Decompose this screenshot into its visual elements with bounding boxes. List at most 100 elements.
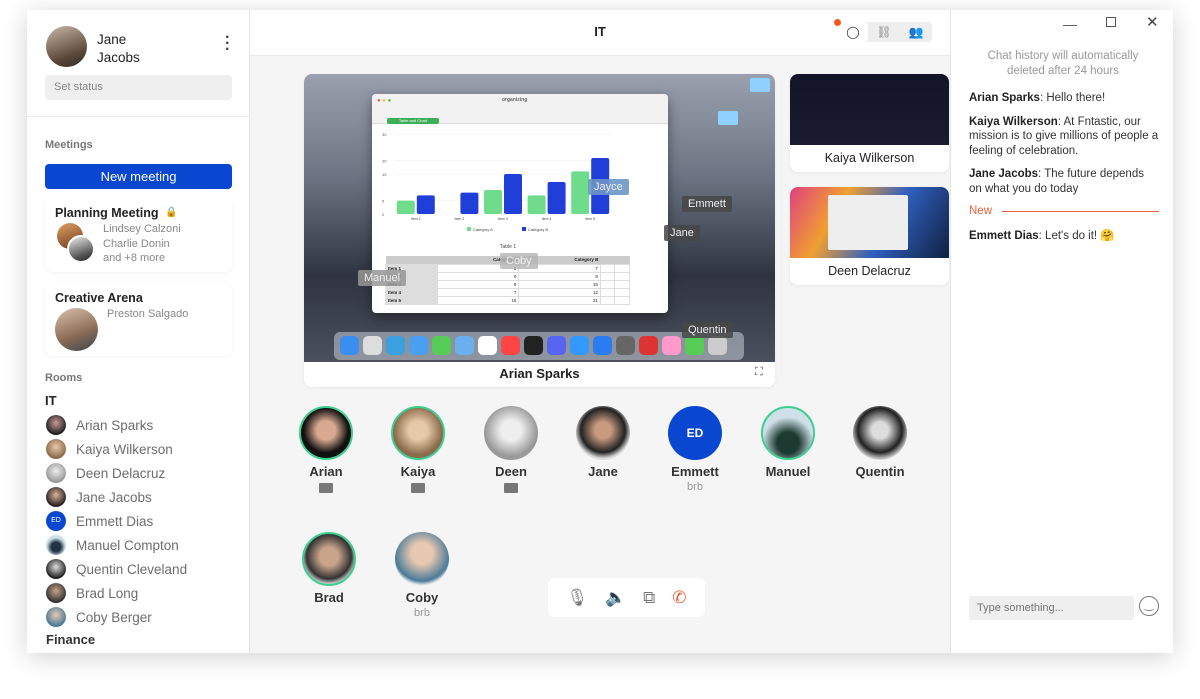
share-screen-icon[interactable]: ⧉ (643, 588, 655, 608)
participant-avatar (853, 406, 907, 460)
table-cell (599, 263, 616, 273)
avatar (46, 583, 66, 603)
hang-up-icon[interactable]: ✆ (672, 588, 686, 608)
bar (504, 174, 522, 214)
y-tick-label: 0 (382, 212, 385, 217)
chat-notice: Chat history will automatically deleted … (987, 50, 1139, 77)
chat-messages: Arian Sparks: Hello there! Kaiya Wilkers… (969, 91, 1159, 253)
room-member[interactable]: ED Emmett Dias (46, 510, 153, 532)
meeting-card-planning[interactable]: Planning Meeting 🔒 Lindsey Calzoni Charl… (45, 198, 232, 272)
participant-avatar (484, 406, 538, 460)
room-finance[interactable]: Finance (46, 629, 95, 649)
screen-share-view: ● ● ● organizing Table and Chart 0 5 15 20 3… (304, 74, 775, 362)
bar (460, 192, 479, 214)
set-status-input[interactable]: Set status (45, 75, 232, 100)
table-cell: 21 (518, 295, 601, 305)
fullscreen-icon[interactable]: ⛶ (755, 366, 763, 379)
participant-quentin[interactable]: Quentin (835, 406, 925, 479)
room-name[interactable]: IT (45, 393, 57, 408)
room-member[interactable]: Coby Berger (46, 606, 152, 628)
participant-name: Kaiya (400, 464, 436, 479)
x-tick-label: Item 5 (585, 217, 595, 221)
chat-message: Arian Sparks: Hello there! (969, 91, 1159, 106)
x-tick-label: Item 4 (542, 217, 552, 221)
people-tab-icon[interactable]: 👥 (900, 22, 932, 42)
screen-sharing-icon[interactable] (319, 483, 333, 493)
room-member[interactable]: Manuel Compton (46, 534, 179, 556)
room-member[interactable]: Jane Jacobs (46, 486, 152, 508)
shared-screen-tile[interactable]: ● ● ● organizing Table and Chart 0 5 15 20 3… (304, 74, 775, 387)
participant-manuel[interactable]: Manuel (743, 406, 833, 479)
room-member[interactable]: Deen Delacruz (46, 462, 165, 484)
lock-icon: 🔒 (165, 207, 178, 218)
more-options-icon[interactable]: · · · (225, 30, 230, 58)
participant-avatar (761, 406, 815, 460)
table-row: Item 3915 (384, 279, 630, 289)
room-member[interactable]: Kaiya Wilkerson (46, 438, 173, 460)
meeting-card-creative-arena[interactable]: Creative Arena Preston Salgado (45, 282, 232, 356)
app-window: Jane Jacobs · · · Set status Meetings New … (27, 10, 1173, 653)
cursor-label: Jane (664, 225, 700, 241)
table-title: Table 1 (500, 244, 517, 250)
member-name: Quentin Cleveland (76, 561, 188, 577)
legend-label: Category A (473, 227, 493, 232)
member-avatar (55, 308, 98, 351)
table-cell: 12 (518, 287, 601, 297)
folder-icon (718, 111, 738, 125)
room-member[interactable]: Brad Long (46, 582, 138, 604)
dock-app-icon (363, 336, 382, 355)
member-name: Lindsey Calzoni (103, 223, 181, 235)
close-icon[interactable]: ✕ (1146, 13, 1159, 31)
cursor-label: Emmett (682, 196, 732, 212)
participant-arian[interactable]: Arian (281, 406, 371, 493)
participant-jane[interactable]: Jane (558, 406, 648, 479)
speaker-icon[interactable]: 🔈 (605, 588, 626, 608)
room-name: Finance (46, 631, 96, 647)
x-tick-label: Item 2 (455, 217, 465, 221)
table-cell: 9 (437, 279, 520, 289)
thumbnail-deen[interactable]: Deen Delacruz (790, 187, 949, 285)
participant-emmett[interactable]: ED Emmett brb (650, 406, 740, 493)
profile-avatar[interactable] (46, 26, 87, 67)
message-author: Kaiya Wilkerson (969, 115, 1058, 128)
emoji-icon[interactable]: ‿ (1139, 596, 1159, 616)
participant-coby[interactable]: Coby brb (377, 532, 467, 619)
more-members: and +8 more (103, 252, 166, 264)
dock-app-icon (547, 336, 566, 355)
participant-kaiya[interactable]: Kaiya (373, 406, 463, 493)
table-cell: 0 (437, 271, 520, 281)
chat-input[interactable] (969, 596, 1134, 620)
screen-sharing-icon[interactable] (504, 483, 518, 493)
dock-app-icon (616, 336, 635, 355)
new-meeting-button[interactable]: New meeting (45, 164, 232, 189)
participant-deen[interactable]: Deen (466, 406, 556, 493)
thumbnail-name: Kaiya Wilkerson (824, 151, 915, 165)
thumbnail-screen (790, 187, 949, 258)
unread-dot (834, 19, 841, 26)
table-cell (614, 271, 630, 281)
x-tick-label: Item 1 (411, 217, 421, 221)
meetings-label: Meetings (45, 139, 93, 151)
link-tab-icon[interactable]: ⛓ (868, 22, 900, 42)
microphone-icon[interactable]: 🎙 (566, 588, 588, 608)
room-member[interactable]: Quentin Cleveland (46, 558, 187, 580)
avatar (46, 487, 66, 507)
member-name: Preston Salgado (107, 308, 189, 320)
participant-brad[interactable]: Brad (284, 532, 374, 605)
call-controls: 🎙 🔈 ⧉ ✆ (548, 578, 705, 617)
legend-swatch (467, 227, 471, 231)
screen-sharing-icon[interactable] (411, 483, 425, 493)
cursor-label: Manuel (358, 270, 407, 286)
maximize-icon[interactable] (1106, 17, 1116, 27)
y-tick-label: 15 (382, 172, 387, 177)
dock-app-icon (524, 336, 543, 355)
table-cell (599, 295, 616, 305)
thumbnail-kaiya[interactable]: Kaiya Wilkerson (790, 74, 949, 172)
table-cell: Item 4 (384, 287, 439, 297)
minimize-icon[interactable]: — (1063, 16, 1077, 32)
thumbnail-window (828, 195, 908, 250)
chat-tab-icon[interactable]: ◯ (838, 22, 868, 42)
room-member[interactable]: Arian Sparks (46, 414, 153, 436)
table-cell (599, 287, 616, 297)
message-text: : Hello there! (1039, 92, 1106, 104)
